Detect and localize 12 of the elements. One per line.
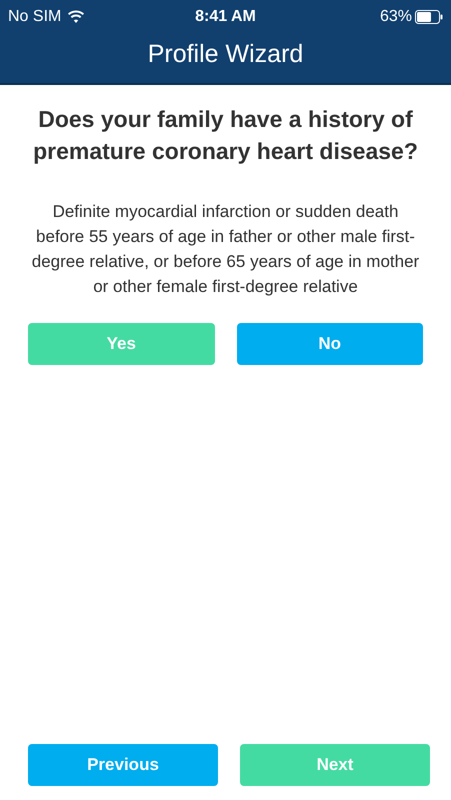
screen-title: Profile Wizard — [146, 39, 304, 69]
wifi-icon — [67, 10, 86, 24]
clock-time: 8:41 AM — [195, 8, 256, 26]
carrier-label: No SIM — [8, 8, 62, 26]
question-text: Does your family have a history of premature coronary heart disease? — [32, 105, 419, 166]
nav-button[interactable]: Previous — [28, 744, 218, 786]
description-text: Definite myocardial infarction or sudden death before 55 years of age in father or other male first-degree relative, or before 65 years of age in mother or other female first-degree relative — [31, 201, 420, 298]
answer-button[interactable]: No — [236, 323, 423, 365]
battery-percent: 63% — [380, 8, 412, 26]
battery-icon — [414, 10, 443, 24]
nav-button[interactable]: Next — [240, 744, 430, 786]
answer-button[interactable]: Yes — [28, 323, 214, 365]
